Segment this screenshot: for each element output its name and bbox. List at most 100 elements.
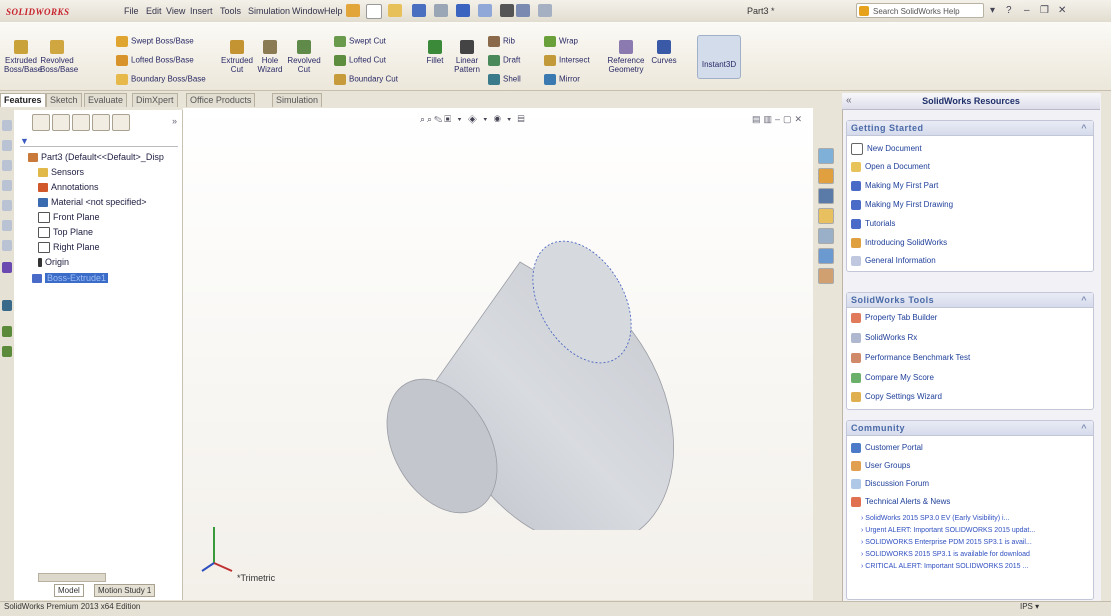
- tree-item-front-plane[interactable]: Front Plane: [38, 212, 100, 224]
- tree-item-right-plane[interactable]: Right Plane: [38, 242, 100, 254]
- options-icon[interactable]: [538, 4, 552, 17]
- tree-item-material[interactable]: Material <not specified>: [38, 197, 147, 208]
- chevron-up-icon[interactable]: ^: [1081, 121, 1087, 136]
- mirror-button[interactable]: Mirror: [544, 74, 580, 85]
- viewport-window-controls[interactable]: ▤▥–▢✕: [752, 114, 805, 125]
- left-tool-7-icon[interactable]: [2, 240, 12, 251]
- tab-sketch[interactable]: Sketch: [46, 93, 82, 107]
- menu-insert[interactable]: Insert: [190, 6, 213, 16]
- left-tool-10-icon[interactable]: [2, 326, 12, 337]
- tree-item-origin[interactable]: Origin: [38, 257, 69, 268]
- chevron-up-icon[interactable]: ^: [1081, 293, 1087, 308]
- revolved-boss-button[interactable]: Revolved Boss/Base: [40, 40, 78, 74]
- rib-button[interactable]: Rib: [488, 36, 515, 47]
- lofted-boss-button[interactable]: Lofted Boss/Base: [116, 55, 194, 66]
- units-selector[interactable]: IPS ▾: [1020, 602, 1039, 611]
- menu-simulation[interactable]: Simulation: [248, 6, 290, 16]
- feature-manager-tab-icon[interactable]: [32, 114, 50, 131]
- feature-tree-scrollbar[interactable]: [38, 573, 106, 582]
- search-input[interactable]: Search SolidWorks Help: [856, 3, 984, 18]
- tree-item-top-plane[interactable]: Top Plane: [38, 227, 93, 239]
- link-tutorials[interactable]: Tutorials: [851, 219, 895, 229]
- reference-geometry-button[interactable]: Reference Geometry: [606, 40, 646, 74]
- undo-icon[interactable]: [456, 4, 470, 17]
- link-solidworks-rx[interactable]: SolidWorks Rx: [851, 333, 917, 343]
- link-open-document[interactable]: Open a Document: [851, 162, 930, 172]
- left-tool-1-icon[interactable]: [2, 120, 12, 131]
- display-manager-tab-icon[interactable]: [112, 114, 130, 131]
- print-icon[interactable]: [434, 4, 448, 17]
- design-library-tab-icon[interactable]: [818, 168, 834, 184]
- news-link[interactable]: › SOLIDWORKS 2015 SP3.1 is available for…: [861, 551, 1030, 558]
- news-link[interactable]: › SolidWorks 2015 SP3.0 EV (Early Visibi…: [861, 515, 1009, 522]
- link-customer-portal[interactable]: Customer Portal: [851, 443, 923, 453]
- solidworks-logo[interactable]: SOLIDWORKS: [6, 4, 70, 19]
- tab-dimxpert[interactable]: DimXpert: [132, 93, 178, 107]
- heads-up-view-toolbar[interactable]: ⌕⌕✎▣ ▾ ◈ ▾ ◉ ▾ ▤: [420, 114, 526, 125]
- link-new-document[interactable]: New Document: [851, 143, 922, 155]
- feature-tree-filter[interactable]: ▼: [20, 136, 178, 147]
- custom-properties-tab-icon[interactable]: [818, 248, 834, 264]
- instant3d-button[interactable]: Instant3D: [697, 35, 741, 79]
- tree-item-annotations[interactable]: Annotations: [38, 182, 99, 193]
- menu-view[interactable]: View: [166, 6, 185, 16]
- expand-panel-icon[interactable]: »: [172, 116, 177, 126]
- chevron-up-icon[interactable]: ^: [1081, 421, 1087, 436]
- extruded-boss-button[interactable]: Extruded Boss/Base: [4, 40, 42, 74]
- tab-evaluate[interactable]: Evaluate: [84, 93, 128, 107]
- boundary-cut-button[interactable]: Boundary Cut: [334, 74, 398, 85]
- section-title[interactable]: Getting Started ^: [847, 121, 1093, 136]
- configuration-manager-tab-icon[interactable]: [72, 114, 90, 131]
- boundary-boss-button[interactable]: Boundary Boss/Base: [116, 74, 206, 85]
- hole-wizard-button[interactable]: Hole Wizard: [256, 40, 284, 74]
- link-discussion-forum[interactable]: Discussion Forum: [851, 479, 929, 489]
- property-manager-tab-icon[interactable]: [52, 114, 70, 131]
- shell-button[interactable]: Shell: [488, 74, 521, 85]
- menu-edit[interactable]: Edit: [146, 6, 162, 16]
- revolved-cut-button[interactable]: Revolved Cut: [286, 40, 322, 74]
- link-property-tab-builder[interactable]: Property Tab Builder: [851, 313, 937, 323]
- link-technical-alerts[interactable]: Technical Alerts & News: [851, 497, 950, 507]
- linear-pattern-button[interactable]: Linear Pattern: [450, 40, 484, 74]
- section-title[interactable]: SolidWorks Tools ^: [847, 293, 1093, 308]
- tab-features[interactable]: Features: [0, 93, 46, 107]
- home-tab-icon[interactable]: [818, 148, 834, 164]
- dimxpert-manager-tab-icon[interactable]: [92, 114, 110, 131]
- left-tool-4-icon[interactable]: [2, 180, 12, 191]
- cylinder-model[interactable]: [380, 240, 680, 530]
- appearances-tab-icon[interactable]: [818, 228, 834, 244]
- left-tool-5-icon[interactable]: [2, 200, 12, 211]
- intersect-button[interactable]: Intersect: [544, 55, 590, 66]
- fillet-button[interactable]: Fillet: [424, 40, 446, 65]
- community-tab-icon[interactable]: [818, 268, 834, 284]
- save-icon[interactable]: [412, 4, 426, 17]
- lofted-cut-button[interactable]: Lofted Cut: [334, 55, 386, 66]
- news-link[interactable]: › Urgent ALERT: Important SOLIDWORKS 201…: [861, 527, 1035, 534]
- select-icon[interactable]: [478, 4, 492, 17]
- left-tool-11-icon[interactable]: [2, 346, 12, 357]
- tab-motion-study[interactable]: Motion Study 1: [94, 584, 156, 597]
- minimize-icon[interactable]: –: [1024, 5, 1030, 16]
- left-tool-6-icon[interactable]: [2, 220, 12, 231]
- rebuild-icon[interactable]: [500, 4, 514, 17]
- tab-simulation[interactable]: Simulation: [272, 93, 323, 107]
- wrap-button[interactable]: Wrap: [544, 36, 578, 47]
- tree-item-sensors[interactable]: Sensors: [38, 167, 84, 178]
- tab-model[interactable]: Model: [54, 584, 84, 597]
- left-tool-3-icon[interactable]: [2, 160, 12, 171]
- extruded-cut-button[interactable]: Extruded Cut: [220, 40, 254, 74]
- new-document-icon[interactable]: [366, 4, 382, 19]
- link-user-groups[interactable]: User Groups: [851, 461, 910, 471]
- curves-button[interactable]: Curves: [650, 40, 678, 65]
- menu-help[interactable]: Help: [324, 6, 343, 16]
- menu-tools[interactable]: Tools: [220, 6, 241, 16]
- swept-boss-button[interactable]: Swept Boss/Base: [116, 36, 194, 47]
- file-properties-icon[interactable]: [516, 4, 530, 17]
- link-first-part[interactable]: Making My First Part: [851, 181, 938, 191]
- news-link[interactable]: › CRITICAL ALERT: Important SOLIDWORKS 2…: [861, 563, 1028, 570]
- link-compare-score[interactable]: Compare My Score: [851, 373, 934, 383]
- link-general-information[interactable]: General Information: [851, 256, 936, 266]
- link-first-drawing[interactable]: Making My First Drawing: [851, 200, 953, 210]
- restore-icon[interactable]: ❐: [1040, 5, 1049, 16]
- link-introducing-solidworks[interactable]: Introducing SolidWorks: [851, 238, 947, 248]
